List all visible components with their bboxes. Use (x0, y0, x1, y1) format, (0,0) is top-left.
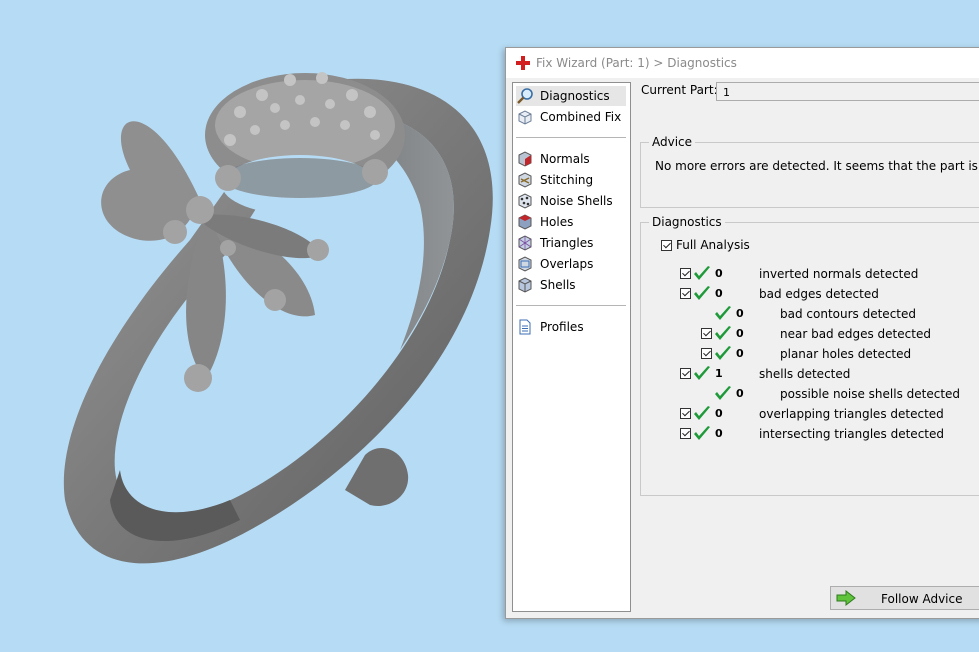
diagnostic-count: 0 (736, 387, 744, 400)
green-check-icon (715, 386, 731, 400)
diagnostic-checkbox[interactable] (701, 348, 712, 359)
advice-group-title: Advice (649, 135, 696, 149)
nav-item-label: Shells (540, 278, 576, 292)
document-icon (519, 319, 531, 335)
green-check-icon (694, 366, 710, 380)
diagnostic-label: possible noise shells detected (780, 387, 961, 401)
diagnostic-row: 0 overlapping triangles detected (641, 406, 979, 422)
diagnostic-count: 1 (715, 367, 723, 380)
green-check-icon (715, 326, 731, 340)
nav-item-label: Holes (540, 215, 574, 229)
advice-group: Advice No more errors are detected. It s… (640, 135, 979, 208)
stitching-icon (518, 172, 532, 188)
diagnostic-checkbox[interactable] (680, 268, 691, 279)
triangles-icon (518, 235, 532, 251)
diagnostic-label: bad contours detected (780, 307, 916, 321)
advice-text: No more errors are detected. It seems th… (655, 159, 979, 173)
diagnostic-label: overlapping triangles detected (759, 407, 944, 421)
combined-fix-icon (518, 110, 532, 125)
diagnostic-count: 0 (715, 427, 723, 440)
diagnostic-row: 0 inverted normals detected (641, 266, 979, 282)
diagnostic-count: 0 (715, 407, 723, 420)
diagnostic-row: 0 possible noise shells detected (641, 386, 979, 402)
nav-item-diagnostics[interactable]: Diagnostics (516, 86, 626, 106)
nav-divider (516, 137, 626, 138)
diagnostic-count: 0 (736, 347, 744, 360)
nav-item-profiles[interactable]: Profiles (516, 317, 626, 337)
nav-divider (516, 305, 626, 306)
wizard-nav-panel: Diagnostics Combined Fix Normals Stitchi… (512, 82, 631, 612)
nav-item-label: Normals (540, 152, 590, 166)
nav-item-label: Overlaps (540, 257, 594, 271)
green-arrow-icon (836, 590, 856, 606)
diagnostic-count: 0 (715, 287, 723, 300)
diagnostic-count: 0 (736, 307, 744, 320)
diagnostic-row: 1 shells detected (641, 366, 979, 382)
full-analysis-label: Full Analysis (676, 238, 750, 252)
diagnostic-row: 0 bad contours detected (641, 306, 979, 322)
nav-item-normals[interactable]: Normals (516, 149, 626, 169)
diagnostic-label: near bad edges detected (780, 327, 931, 341)
nav-item-label: Profiles (540, 320, 584, 334)
diagnostic-row: 0 near bad edges detected (641, 326, 979, 342)
current-part-label: Current Part: (641, 83, 718, 97)
nav-item-label: Combined Fix (540, 110, 622, 124)
green-check-icon (694, 286, 710, 300)
red-cross-icon (516, 56, 530, 70)
diagnostic-row: 0 planar holes detected (641, 346, 979, 362)
diagnostic-label: inverted normals detected (759, 267, 919, 281)
nav-item-stitching[interactable]: Stitching (516, 170, 626, 190)
magnifier-icon (517, 88, 533, 104)
nav-item-holes[interactable]: Holes (516, 212, 626, 232)
diagnostic-checkbox[interactable] (680, 288, 691, 299)
title-bar[interactable]: Fix Wizard (Part: 1) > Diagnostics (506, 48, 979, 78)
nav-item-noise-shells[interactable]: Noise Shells (516, 191, 626, 211)
window-title: Fix Wizard (Part: 1) > Diagnostics (536, 56, 737, 70)
nav-item-label: Diagnostics (540, 89, 610, 103)
holes-icon (518, 214, 532, 230)
diagnostics-group: Diagnostics Full Analysis 0 inverted norm… (640, 215, 979, 496)
noise-shells-icon (518, 193, 532, 209)
diagnostic-checkbox[interactable] (680, 368, 691, 379)
full-analysis-checkbox[interactable] (661, 239, 672, 251)
diagnostic-checkbox[interactable] (701, 328, 712, 339)
green-check-icon (715, 346, 731, 360)
current-part-field[interactable]: 1 (716, 82, 979, 101)
fix-wizard-dialog: Fix Wizard (Part: 1) > Diagnostics Diagn… (505, 47, 979, 619)
full-analysis-checkbox-row[interactable]: Full Analysis (661, 237, 750, 253)
nav-item-shells[interactable]: Shells (516, 275, 626, 295)
overlaps-icon (518, 256, 532, 272)
diagnostic-checkbox[interactable] (680, 428, 691, 439)
diagnostic-count: 0 (736, 327, 744, 340)
follow-advice-button[interactable]: Follow Advice (830, 586, 979, 610)
diagnostic-count: 0 (715, 267, 723, 280)
diagnostic-label: shells detected (759, 367, 851, 381)
green-check-icon (694, 426, 710, 440)
nav-item-label: Stitching (540, 173, 594, 187)
diagnostic-row: 0 bad edges detected (641, 286, 979, 302)
shells-icon (518, 277, 532, 293)
diagnostic-row: 0 intersecting triangles detected (641, 426, 979, 442)
normals-icon (518, 151, 532, 167)
nav-item-triangles[interactable]: Triangles (516, 233, 626, 253)
diagnostic-label: bad edges detected (759, 287, 879, 301)
diagnostic-label: planar holes detected (780, 347, 912, 361)
nav-item-label: Triangles (540, 236, 594, 250)
nav-item-combined-fix[interactable]: Combined Fix (516, 107, 626, 127)
green-check-icon (694, 266, 710, 280)
green-check-icon (694, 406, 710, 420)
nav-item-label: Noise Shells (540, 194, 613, 208)
green-check-icon (715, 306, 731, 320)
follow-advice-label: Follow Advice (881, 592, 963, 606)
diagnostic-checkbox[interactable] (680, 408, 691, 419)
diagnostics-group-title: Diagnostics (649, 215, 725, 229)
diagnostic-label: intersecting triangles detected (759, 427, 944, 441)
nav-item-overlaps[interactable]: Overlaps (516, 254, 626, 274)
